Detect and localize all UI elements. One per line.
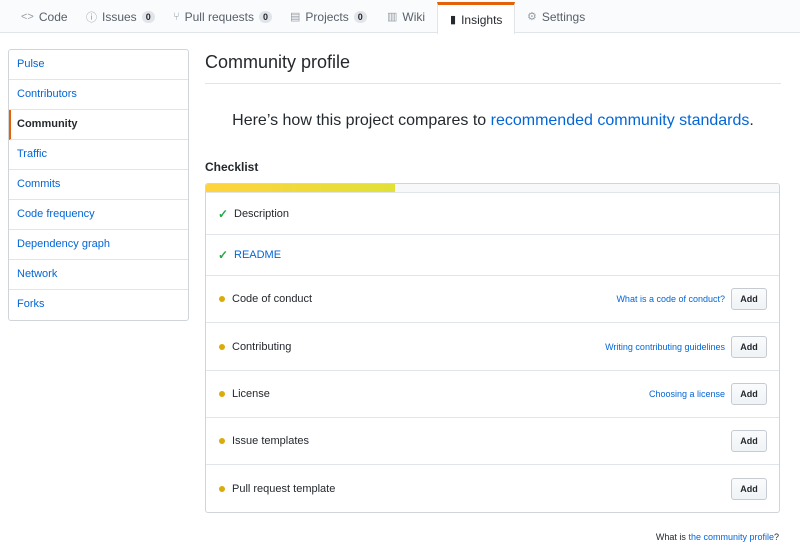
checklist-item-description: ✓ Description xyxy=(206,193,779,235)
projects-counter: 0 xyxy=(353,10,367,23)
sidebar-item-commits[interactable]: Commits xyxy=(9,170,188,200)
checklist-item-license: License Choosing a license Add xyxy=(206,371,779,418)
checklist-item-label: Pull request template xyxy=(232,482,336,495)
checklist-progress-bar xyxy=(206,184,779,193)
footer-suffix: ? xyxy=(773,532,779,542)
repo-nav: <> Code ⓘ Issues 0 ⑂ Pull requests 0 ▤ P… xyxy=(0,0,800,34)
recommended-standards-link[interactable]: recommended community standards xyxy=(491,112,750,129)
add-pull-request-template-button[interactable]: Add xyxy=(731,477,767,500)
pending-dot-icon xyxy=(219,296,225,302)
tab-label: Pull requests xyxy=(184,9,254,24)
add-issue-templates-button[interactable]: Add xyxy=(731,430,767,452)
checklist-item-label: Issue templates xyxy=(232,435,310,447)
tab-projects[interactable]: ▤ Projects 0 xyxy=(290,0,367,33)
tab-label: Code xyxy=(38,9,68,24)
community-profile-footer: What is the community profile? xyxy=(656,532,779,542)
add-license-button[interactable]: Add xyxy=(731,383,767,405)
add-code-of-conduct-button[interactable]: Add xyxy=(731,288,767,310)
code-icon: <> xyxy=(21,10,34,23)
footer-text: What is xyxy=(655,532,689,542)
pending-dot-icon xyxy=(219,391,225,397)
title-divider xyxy=(205,83,781,84)
checklist-item-label: Description xyxy=(234,207,290,220)
checklist-item-label: Code of conduct xyxy=(232,293,313,305)
tab-label: Settings xyxy=(541,9,586,24)
checklist-item-label: Contributing xyxy=(232,340,292,353)
pull-request-icon: ⑂ xyxy=(173,10,180,23)
sidebar-item-contributors[interactable]: Contributors xyxy=(9,80,188,110)
tab-settings[interactable]: ⚙ Settings xyxy=(527,0,585,33)
progress-fill xyxy=(206,184,396,192)
graph-icon: ▮ xyxy=(450,14,457,26)
checklist-title: Checklist xyxy=(205,160,259,174)
tab-insights[interactable]: ▮ Insights xyxy=(437,2,515,34)
license-help-link[interactable]: Choosing a license xyxy=(649,389,725,399)
issue-icon: ⓘ xyxy=(86,11,97,24)
tab-pull-requests[interactable]: ⑂ Pull requests 0 xyxy=(173,0,272,33)
pending-dot-icon xyxy=(219,438,225,444)
tab-wiki[interactable]: ▥ Wiki xyxy=(387,0,425,33)
community-profile-link[interactable]: the community profile xyxy=(688,532,774,542)
sidebar-item-network[interactable]: Network xyxy=(9,260,188,290)
issues-counter: 0 xyxy=(141,10,155,23)
checklist-item-contributing: Contributing Writing contributing guidel… xyxy=(206,323,779,371)
add-contributing-button[interactable]: Add xyxy=(731,335,767,358)
checklist-item-issue-templates: Issue templates Add xyxy=(206,418,779,465)
check-icon: ✓ xyxy=(218,206,229,221)
readme-link[interactable]: README xyxy=(234,249,281,261)
checklist-item-pull-request-template: Pull request template Add xyxy=(206,465,779,512)
project-icon: ▤ xyxy=(290,11,301,23)
sidebar-item-community[interactable]: Community xyxy=(9,110,188,140)
contributing-help-link[interactable]: Writing contributing guidelines xyxy=(605,342,725,352)
checklist-item-code-of-conduct: Code of conduct What is a code of conduc… xyxy=(206,276,779,323)
checklist-item-readme: ✓ README xyxy=(206,235,779,276)
checklist-item-label: License xyxy=(232,388,270,400)
sidebar-item-dependency-graph[interactable]: Dependency graph xyxy=(9,230,188,260)
insights-sidebar: Pulse Contributors Community Traffic Com… xyxy=(8,49,189,321)
sidebar-item-pulse[interactable]: Pulse xyxy=(9,50,188,80)
page-title: Community profile xyxy=(205,52,351,72)
pending-dot-icon xyxy=(219,485,225,492)
sidebar-item-code-frequency[interactable]: Code frequency xyxy=(9,200,188,230)
tab-label: Insights xyxy=(461,12,503,27)
pull-requests-counter: 0 xyxy=(258,10,272,23)
checklist-box: ✓ Description ✓ README Code of conduct W… xyxy=(205,183,780,513)
tab-label: Wiki xyxy=(402,9,426,24)
pending-dot-icon xyxy=(219,343,225,350)
gear-icon: ⚙ xyxy=(527,11,537,23)
code-of-conduct-help-link[interactable]: What is a code of conduct? xyxy=(616,294,725,304)
lead-text: Here’s how this project compares to xyxy=(232,112,491,129)
lead-suffix: . xyxy=(749,112,754,129)
sidebar-item-forks[interactable]: Forks xyxy=(9,290,188,320)
tab-code[interactable]: <> Code xyxy=(21,0,68,33)
sidebar-item-traffic[interactable]: Traffic xyxy=(9,140,188,170)
tab-label: Issues xyxy=(102,9,137,24)
tab-label: Projects xyxy=(305,9,349,24)
tab-issues[interactable]: ⓘ Issues 0 xyxy=(86,0,155,33)
check-icon: ✓ xyxy=(218,248,229,262)
wiki-icon: ▥ xyxy=(387,11,398,23)
community-standards-lead: Here’s how this project compares to reco… xyxy=(205,112,781,130)
